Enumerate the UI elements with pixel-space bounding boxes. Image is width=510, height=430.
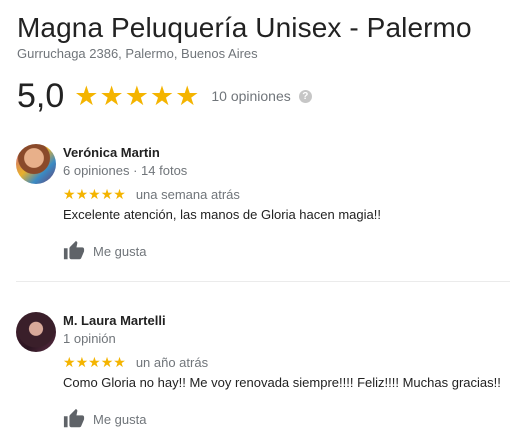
review-body: M. Laura Martelli 1 opinión ★ ★ ★ ★ ★ un… <box>63 310 503 430</box>
like-button[interactable]: Me gusta <box>63 240 503 262</box>
review-stars: ★ ★ ★ ★ ★ <box>63 355 126 369</box>
review-author-meta: 6 opiniones · 14 fotos <box>63 163 188 178</box>
avatar[interactable] <box>16 312 56 352</box>
business-address: Gurruchaga 2386, Palermo, Buenos Aires <box>17 46 258 61</box>
star-icon: ★ <box>88 186 101 202</box>
review-author[interactable]: Verónica Martin <box>63 144 503 162</box>
star-icon: ★ <box>100 186 114 202</box>
business-title: Magna Peluquería Unisex - Palermo <box>17 12 472 43</box>
review-author[interactable]: M. Laura Martelli <box>63 312 503 330</box>
review-time: una semana atrás <box>135 186 240 202</box>
review-time: un año atrás <box>135 354 209 370</box>
overall-rating: 5,0 ★ ★ ★ ★ ★ 10 opiniones ? <box>17 76 312 116</box>
avatar[interactable] <box>16 144 56 184</box>
star-icon: ★ <box>149 80 175 111</box>
review-rating: ★ ★ ★ ★ ★ una semana atrás <box>63 184 503 204</box>
star-icon: ★ <box>74 80 99 111</box>
overall-stars: ★ ★ ★ ★ ★ <box>74 80 200 111</box>
star-icon: ★ <box>88 354 101 370</box>
star-icon: ★ <box>63 354 76 370</box>
help-icon[interactable]: ? <box>298 89 312 103</box>
review-text: Excelente atención, las manos de Gloria … <box>63 207 381 222</box>
star-icon: ★ <box>100 354 114 370</box>
like-button[interactable]: Me gusta <box>63 408 503 430</box>
review-text: Como Gloria no hay!! Me voy renovada sie… <box>63 375 501 390</box>
review-stars: ★ ★ ★ ★ ★ <box>63 187 126 201</box>
thumbs-up-icon <box>63 408 85 428</box>
star-icon: ★ <box>75 354 89 370</box>
rating-score: 5,0 <box>17 76 65 115</box>
review-author-meta: 1 opinión <box>63 331 116 346</box>
star-icon: ★ <box>124 80 149 111</box>
star-icon: ★ <box>113 186 126 202</box>
star-icon: ★ <box>175 80 200 111</box>
star-icon: ★ <box>113 354 126 370</box>
star-icon: ★ <box>75 186 89 202</box>
star-icon: ★ <box>63 186 76 202</box>
like-label: Me gusta <box>93 243 147 259</box>
review-count-link[interactable]: 10 opiniones <box>211 88 290 104</box>
divider <box>16 281 510 282</box>
like-label: Me gusta <box>93 411 147 427</box>
thumbs-up-icon <box>63 240 85 260</box>
review-body: Verónica Martin 6 opiniones · 14 fotos ★… <box>63 142 503 262</box>
review-rating: ★ ★ ★ ★ ★ un año atrás <box>63 352 503 372</box>
star-icon: ★ <box>99 80 124 111</box>
